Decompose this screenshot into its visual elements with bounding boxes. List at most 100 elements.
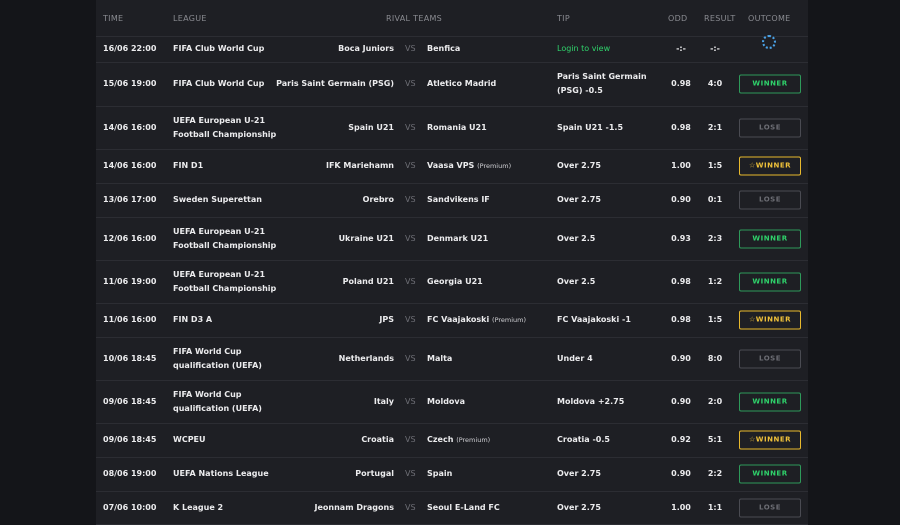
tip-text: FC Vaajakoski -1 <box>557 315 631 324</box>
result-value: 2:3 <box>707 233 723 243</box>
home-team: Italy <box>373 396 394 406</box>
league-name: FIN D3 A <box>173 315 213 324</box>
odd-value: 1.00 <box>671 502 691 512</box>
table-row: 10/06 18:45 FIFA World Cup qualification … <box>96 337 808 381</box>
home-team: IFK Mariehamn <box>325 161 394 170</box>
away-team-name: Vaasa VPS <box>427 161 475 170</box>
tip-text: Croatia -0.5 <box>557 435 610 444</box>
result-value: 4:0 <box>707 79 723 88</box>
login-to-view-link[interactable]: Login to view <box>557 42 667 56</box>
home-team: Croatia <box>361 435 394 444</box>
odd-value: 0.90 <box>671 353 691 363</box>
tip-text: Over 2.75 <box>557 161 601 170</box>
home-team: JPS <box>379 315 394 324</box>
league-name: UEFA European U-21 Football Championship <box>173 226 277 250</box>
result-value: 0:1 <box>707 195 723 204</box>
away-team: Atletico Madrid <box>427 77 496 91</box>
vs-label: VS <box>405 315 416 324</box>
result-value: 1:1 <box>707 502 723 512</box>
away-team-name: Seoul E-Land FC <box>427 502 500 512</box>
match-time: 15/06 19:00 <box>103 79 157 88</box>
vs-label: VS <box>405 353 416 363</box>
match-time: 07/06 10:00 <box>103 502 157 512</box>
away-team-name: Georgia U21 <box>427 276 483 286</box>
home-team: Spain U21 <box>348 122 394 132</box>
match-time: 10/06 18:45 <box>103 353 157 363</box>
league-name: UEFA European U-21 Football Championship <box>173 115 277 139</box>
table-row: 09/06 18:45 WCPEU Croatia VS Czech (Premium)… <box>96 423 808 458</box>
odd-value: 0.98 <box>671 122 691 132</box>
vs-label: VS <box>405 195 416 204</box>
table-row: 08/06 19:00 UEFA Nations League Portugal VS… <box>96 457 808 492</box>
table-row: 11/06 16:00 FIN D3 A JPS VS FC Vaajakoski (P… <box>96 303 808 338</box>
outcome-badge: WINNER <box>739 392 801 411</box>
table-header: TIME LEAGUE RIVAL TEAMS TIP ODD RESULT O… <box>96 0 808 37</box>
result-value: 2:2 <box>707 469 723 478</box>
home-team: Jeonnam Dragons <box>314 502 394 512</box>
table-row: 16/06 22:00 FIFA Club World Cup Boca Junio… <box>96 35 808 63</box>
tip-text: Over 2.75 <box>557 502 601 512</box>
odd-value: 0.93 <box>671 233 691 243</box>
match-time: 11/06 19:00 <box>103 276 157 286</box>
league-name: UEFA Nations League <box>173 469 269 478</box>
outcome-badge: WINNER <box>739 74 801 94</box>
vs-label: VS <box>405 122 416 132</box>
odd-value: 0.98 <box>671 315 691 324</box>
odd-value: 0.90 <box>671 396 691 406</box>
match-time: 13/06 17:00 <box>103 195 157 204</box>
tip-text: Moldova +2.75 <box>557 396 625 406</box>
away-team: Czech (Premium) <box>427 433 490 447</box>
vs-label: VS <box>405 396 416 406</box>
table-row: 13/06 17:00 Sweden Superettan Orebro VS Sand… <box>96 183 808 218</box>
table-row: 07/06 10:00 K League 2 Jeonnam Dragons VS Se… <box>96 491 808 525</box>
vs-label: VS <box>405 276 416 286</box>
odd-value: 0.90 <box>671 469 691 478</box>
result-value: 1:2 <box>707 276 723 286</box>
outcome-badge: ☆WINNER <box>739 430 801 450</box>
home-team: Netherlands <box>338 353 394 363</box>
outcome-badge: LOSE <box>739 349 801 368</box>
away-team-name: Benfica <box>427 44 461 53</box>
away-team-name: FC Vaajakoski <box>427 315 490 324</box>
table-row: 15/06 19:00 FIFA Club World Cup Paris Sain… <box>96 62 808 107</box>
league-name: WCPEU <box>173 435 206 444</box>
away-team: FC Vaajakoski (Premium) <box>427 313 526 327</box>
league-name: FIFA World Cup qualification (UEFA) <box>173 389 262 413</box>
premium-note: (Premium) <box>456 436 491 444</box>
vs-label: VS <box>405 161 416 170</box>
away-team: Denmark U21 <box>427 232 488 246</box>
header-outcome: OUTCOME <box>748 14 791 23</box>
outcome-badge: ☆WINNER <box>739 310 801 330</box>
match-time: 12/06 16:00 <box>103 233 157 243</box>
outcome-badge: LOSE <box>739 118 801 137</box>
table-row: 11/06 19:00 UEFA European U-21 Football C… <box>96 260 808 304</box>
odd-value: 0.98 <box>671 79 691 88</box>
away-team-name: Atletico Madrid <box>427 79 497 88</box>
match-time: 14/06 16:00 <box>103 161 157 170</box>
header-result: RESULT <box>704 14 736 23</box>
vs-label: VS <box>405 79 416 88</box>
result-value: -:- <box>710 44 720 53</box>
away-team: Moldova <box>427 395 465 409</box>
result-value: 1:5 <box>707 161 723 170</box>
vs-label: VS <box>405 233 416 243</box>
away-team: Romania U21 <box>427 121 487 135</box>
league-name: FIFA Club World Cup <box>173 79 265 88</box>
odd-value: 1.00 <box>671 161 691 170</box>
result-value: 8:0 <box>707 353 723 363</box>
tip-text: Paris Saint Germain (PSG) -0.5 <box>557 72 647 95</box>
tip-text: Over 2.5 <box>557 276 596 286</box>
home-team: Ukraine U21 <box>338 233 394 243</box>
away-team: Malta <box>427 352 452 366</box>
away-team-name: Sandvikens IF <box>427 195 490 204</box>
vs-label: VS <box>405 435 416 444</box>
outcome-badge: WINNER <box>739 229 801 248</box>
league-name: UEFA European U-21 Football Championship <box>173 269 277 293</box>
vs-label: VS <box>405 502 416 512</box>
table-row: 14/06 16:00 UEFA European U-21 Football C… <box>96 106 808 150</box>
away-team: Sandvikens IF <box>427 193 490 207</box>
result-value: 2:0 <box>707 396 723 406</box>
vs-label: VS <box>405 44 416 53</box>
odd-value: -:- <box>676 44 686 53</box>
premium-note: (Premium) <box>492 316 527 324</box>
